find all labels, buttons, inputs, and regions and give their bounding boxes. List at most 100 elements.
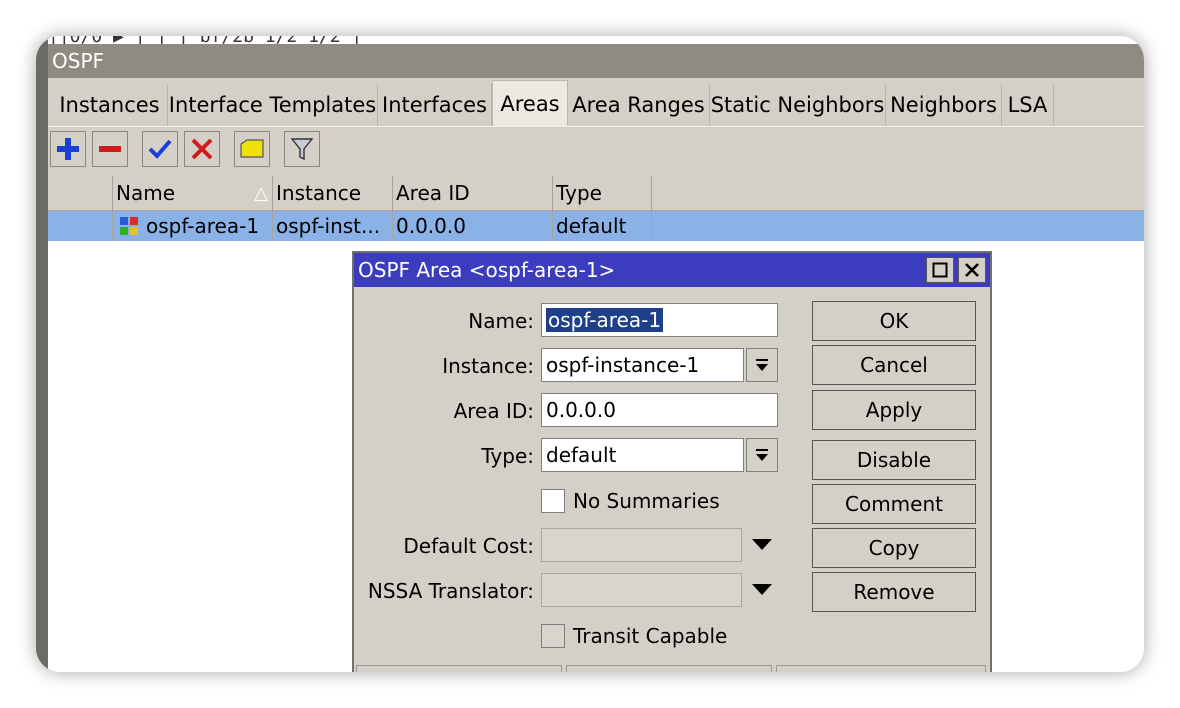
tab-label: Areas	[500, 91, 560, 116]
nssa-translator-field[interactable]	[541, 573, 742, 607]
comment-icon	[240, 139, 264, 158]
remove-button[interactable]: Remove	[812, 572, 976, 612]
dialog-titlebar[interactable]: OSPF Area <ospf-area-1>	[354, 253, 990, 287]
cell-instance: ospf-inst...	[272, 211, 392, 241]
add-button[interactable]	[50, 131, 86, 167]
column-label: Name	[116, 181, 176, 205]
tab-area-ranges[interactable]: Area Ranges	[568, 84, 710, 126]
background-glyphs: ||0/0 ▶ | | | bf/2b 1/2 1/2 |	[48, 36, 363, 47]
dialog-title: OSPF Area <ospf-area-1>	[358, 258, 616, 282]
table-header: Name △ Instance Area ID Type	[48, 176, 1144, 211]
sort-ascending-icon: △	[254, 182, 268, 204]
name-label: Name:	[468, 309, 534, 333]
dropdown-arrow-icon	[756, 359, 768, 371]
window-titlebar[interactable]: OSPF	[48, 44, 1144, 78]
tab-label: Neighbors	[890, 93, 997, 117]
type-dropdown-button[interactable]	[746, 438, 778, 472]
tab-lsa[interactable]: LSA	[1002, 84, 1054, 126]
cell-name: ospf-area-1	[112, 211, 272, 241]
default-cost-expand-button[interactable]	[750, 528, 774, 562]
ok-button[interactable]: OK	[812, 301, 976, 341]
ospf-window: Instances Interface Templates Interfaces…	[48, 78, 1144, 672]
tab-label: Instances	[59, 93, 160, 117]
tab-label: Interface Templates	[168, 93, 377, 117]
table-row[interactable]: ospf-area-1 ospf-inst... 0.0.0.0 default	[48, 211, 1144, 241]
type-value: default	[546, 443, 617, 467]
enable-button[interactable]	[142, 131, 178, 167]
default-cost-field[interactable]	[541, 528, 742, 562]
type-field[interactable]: default	[541, 438, 744, 472]
status-panel	[776, 665, 986, 672]
toolbar	[48, 126, 1144, 177]
column-label: Type	[556, 181, 602, 205]
column-header-icon[interactable]	[48, 176, 112, 210]
column-header-instance[interactable]: Instance	[272, 176, 392, 210]
tab-areas[interactable]: Areas	[492, 80, 568, 126]
column-header-type[interactable]: Type	[552, 176, 652, 210]
tab-neighbors[interactable]: Neighbors	[886, 84, 1002, 126]
instance-value: ospf-instance-1	[546, 353, 700, 377]
area-id-field[interactable]: 0.0.0.0	[541, 393, 778, 427]
transit-capable-label: Transit Capable	[573, 624, 728, 648]
no-summaries-checkbox[interactable]	[541, 489, 565, 513]
column-header-area-id[interactable]: Area ID	[392, 176, 552, 210]
remove-icon	[99, 146, 121, 152]
disable-button[interactable]	[184, 131, 220, 167]
comment-button[interactable]: Comment	[812, 484, 976, 524]
cell-area-id: 0.0.0.0	[392, 211, 552, 241]
tab-static-neighbors[interactable]: Static Neighbors	[710, 84, 886, 126]
column-label: Area ID	[396, 181, 470, 205]
default-cost-label: Default Cost:	[403, 534, 534, 558]
triangle-down-icon	[752, 584, 772, 595]
window-title: OSPF	[52, 49, 105, 73]
status-panel	[566, 665, 772, 672]
maximize-icon	[932, 262, 948, 278]
area-id-value: 0.0.0.0	[546, 398, 616, 422]
column-label: Instance	[276, 181, 362, 205]
type-label: Type:	[481, 444, 534, 468]
tab-label: Area Ranges	[572, 93, 705, 117]
copy-button[interactable]: Copy	[812, 528, 976, 568]
tab-strip: Instances Interface Templates Interfaces…	[48, 78, 1144, 126]
no-summaries-label: No Summaries	[573, 489, 720, 513]
comment-button[interactable]	[234, 131, 270, 167]
check-icon	[148, 139, 172, 159]
triangle-down-icon	[752, 539, 772, 550]
close-button[interactable]	[958, 257, 986, 283]
filter-button[interactable]	[284, 131, 320, 167]
remove-button[interactable]	[92, 131, 128, 167]
background-window-strip: ||0/0 ▶ | | | bf/2b 1/2 1/2 |	[48, 36, 1144, 47]
tab-instances[interactable]: Instances	[52, 84, 168, 126]
tab-label: LSA	[1007, 93, 1048, 117]
window-left-edge	[36, 36, 48, 672]
apply-button[interactable]: Apply	[812, 390, 976, 430]
status-panel	[356, 665, 562, 672]
instance-dropdown-button[interactable]	[746, 348, 778, 382]
instance-label: Instance:	[442, 354, 534, 378]
cancel-button[interactable]: Cancel	[812, 345, 976, 385]
nssa-translator-expand-button[interactable]	[750, 573, 774, 607]
close-icon	[965, 263, 979, 277]
name-field[interactable]: ospf-area-1	[541, 303, 778, 337]
disable-button[interactable]: Disable	[812, 440, 976, 480]
tab-label: Interfaces	[382, 93, 487, 117]
tab-interface-templates[interactable]: Interface Templates	[168, 84, 378, 126]
name-value: ospf-area-1	[546, 308, 664, 332]
dropdown-arrow-icon	[756, 449, 768, 461]
ospf-area-dialog: OSPF Area <ospf-area-1> Name: ospf-area-…	[352, 251, 992, 672]
screenshot-frame: ||0/0 ▶ | | | bf/2b 1/2 1/2 | OSPF Insta…	[36, 36, 1144, 672]
filter-icon	[290, 138, 314, 161]
transit-capable-checkbox[interactable]	[541, 624, 565, 648]
maximize-button[interactable]	[926, 257, 954, 283]
nssa-translator-label: NSSA Translator:	[367, 579, 534, 603]
tab-label: Static Neighbors	[710, 93, 885, 117]
add-icon	[57, 138, 79, 160]
tab-interfaces[interactable]: Interfaces	[378, 84, 492, 126]
row-name: ospf-area-1	[146, 214, 260, 238]
column-header-name[interactable]: Name △	[112, 176, 272, 210]
area-id-label: Area ID:	[453, 399, 534, 423]
instance-field[interactable]: ospf-instance-1	[541, 348, 744, 382]
cell-type: default	[552, 211, 652, 241]
ospf-area-icon	[120, 217, 138, 235]
x-icon	[191, 138, 213, 160]
